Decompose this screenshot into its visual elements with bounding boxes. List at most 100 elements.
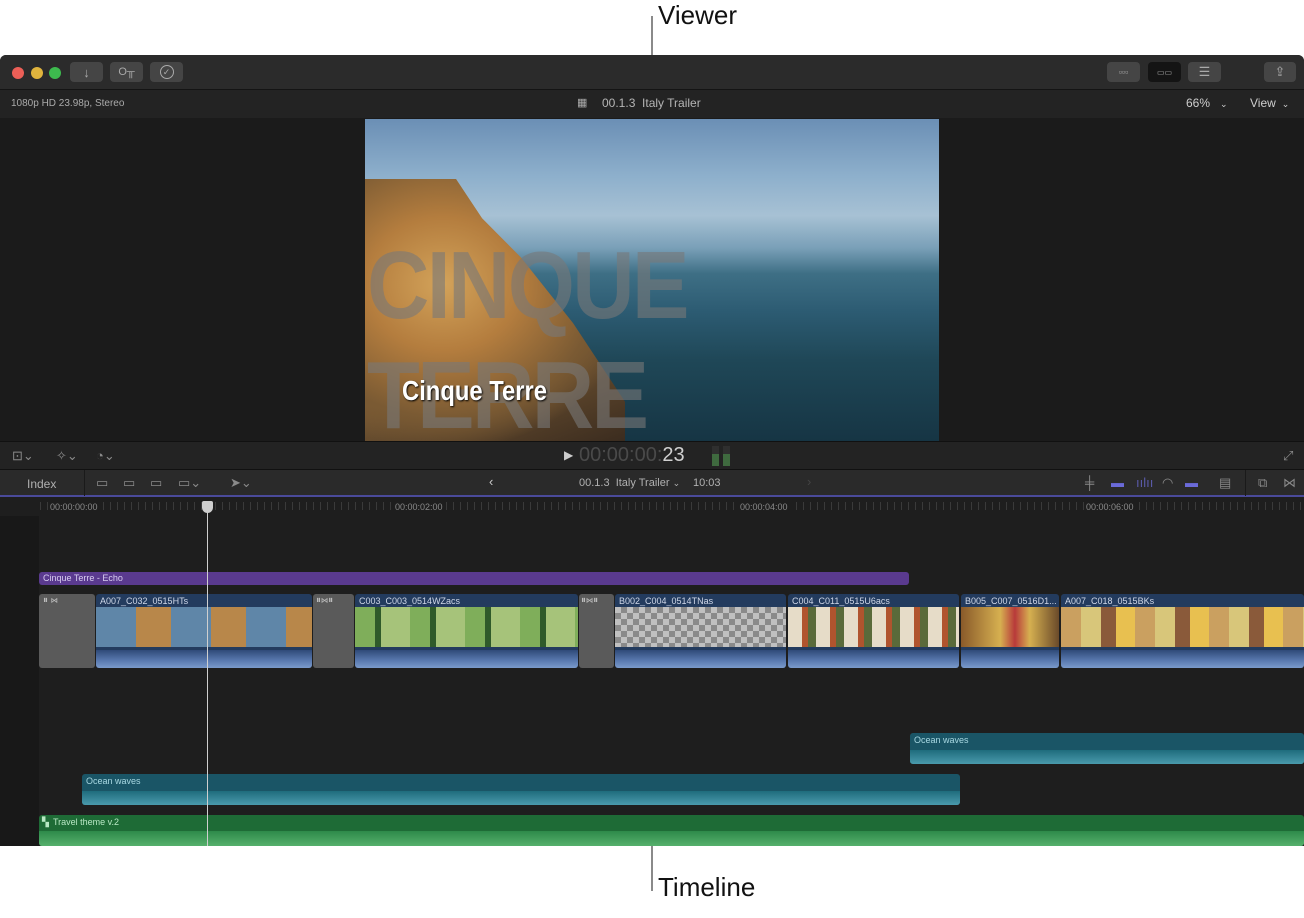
overwrite-clip-icon[interactable]: ▭⌄ [178, 476, 201, 490]
zoom-button[interactable] [49, 67, 61, 79]
title-clip[interactable]: Cinque Terre - Echo [39, 572, 909, 585]
video-frame: CINQUE TERRE Cinque Terre [365, 119, 939, 441]
audio-waveform [961, 650, 1059, 668]
effects-browser-icon[interactable]: ⧉ [1258, 476, 1267, 490]
project-menu[interactable]: 00.1.3 Italy Trailer ⌄ [579, 477, 680, 489]
clip-label: A007_C032_0515HTs [100, 596, 189, 606]
view-menu[interactable]: View ⌄ [1250, 96, 1289, 110]
audio-clip[interactable]: Ocean waves [910, 733, 1304, 764]
project-duration: 10:03 [693, 477, 721, 489]
video-clip[interactable]: A007_C018_0515BKs [1061, 594, 1304, 668]
timeline-icon: ▭▭ [1156, 67, 1173, 77]
inspector-sliders-icon: ☰ [1198, 64, 1211, 79]
connect-clip-icon[interactable]: ▭ [96, 476, 108, 490]
browser-toggle-button[interactable]: ▫▫▫ [1107, 62, 1140, 82]
audio-skimming-icon[interactable]: ıılıı [1136, 476, 1153, 490]
clip-label: A007_C018_0515BKs [1065, 596, 1155, 606]
clip-thumbnails [355, 607, 578, 647]
viewer-controls: ⊡⌄ ✧⌄ ◔⌄ ▶ 00:00:00:23 ⤢ [0, 441, 1304, 469]
keywords-button[interactable]: O╥ [110, 62, 143, 82]
transition-icon: ⏸⋈⏸ [581, 595, 599, 606]
playhead[interactable] [207, 504, 208, 846]
video-clip[interactable]: B005_C007_0516D1... [961, 594, 1059, 668]
ruler-label: 00:00:04:00 [738, 502, 790, 512]
audio-meter-left [712, 446, 719, 466]
inspector-toggle-button[interactable]: ☰ [1188, 62, 1221, 82]
history-back-icon[interactable]: ‹ [489, 475, 493, 489]
transition-icon: ⏸⋈⏸ [316, 595, 334, 606]
select-tool-icon[interactable]: ➤⌄ [230, 476, 252, 490]
background-tasks-button[interactable]: ✓ [150, 62, 183, 82]
chevron-down-icon: ⌄ [1220, 99, 1228, 109]
video-clip[interactable]: C004_C011_0515U6acs [788, 594, 959, 668]
timeline[interactable]: Cinque Terre - Echo ⏸ ⋈ ⏸⋈⏸ ⏸⋈⏸ A007_C03… [0, 516, 1304, 846]
viewer[interactable]: CINQUE TERRE Cinque Terre [0, 118, 1304, 441]
chevron-down-icon: ⌄ [672, 478, 681, 488]
audio-waveform [1061, 650, 1304, 668]
clip-thumbnails [615, 607, 786, 647]
download-arrow-icon: ↓ [83, 64, 90, 80]
insert-clip-icon[interactable]: ▭ [123, 476, 135, 490]
fullscreen-icon[interactable]: ⤢ [1283, 449, 1293, 463]
divider [84, 470, 85, 496]
video-clip[interactable]: A007_C032_0515HTs [96, 594, 312, 668]
video-clip[interactable]: C003_C003_0514WZacs [355, 594, 578, 668]
viewer-callout: Viewer [658, 0, 738, 30]
transitions-browser-icon[interactable]: ⋈ [1283, 476, 1296, 490]
audio-waveform [910, 750, 1304, 764]
timeline-toggle-button[interactable]: ▭▭ [1148, 62, 1181, 82]
append-clip-icon[interactable]: ▭ [150, 476, 162, 490]
audio-waveform [788, 650, 959, 668]
audio-clip[interactable]: Ocean waves [82, 774, 960, 805]
ruler-label: 00:00:06:00 [1084, 502, 1136, 512]
enhancements-menu-icon[interactable]: ✧⌄ [56, 449, 78, 463]
chevron-down-icon: ⌄ [1281, 99, 1290, 109]
overlay-title-large: CINQUE TERRE [367, 232, 690, 441]
video-clip[interactable]: B002_C004_0514TNas [615, 594, 786, 668]
audio-waveform [96, 650, 312, 668]
audio-waveform [615, 650, 786, 668]
history-forward-icon[interactable]: › [807, 475, 811, 489]
music-clip[interactable]: ▚ Travel theme v.2 [39, 815, 1304, 846]
timeline-ruler[interactable]: 00:00:00:00 00:00:02:00 00:00:04:00 00:0… [0, 498, 1304, 516]
audio-meter-right [723, 446, 730, 466]
transition[interactable]: ⏸⋈⏸ [579, 594, 614, 668]
clip-thumbnails [1061, 607, 1304, 647]
close-button[interactable] [12, 67, 24, 79]
titlebar: ↓ O╥ ✓ ▫▫▫ ▭▭ ☰ ⇪ [0, 55, 1304, 90]
snapping-icon[interactable]: ▬ [1185, 476, 1198, 490]
timecode-frames: 23 [662, 444, 685, 466]
clip-label: C003_C003_0514WZacs [359, 596, 461, 606]
headphones-icon[interactable]: ◠ [1162, 476, 1173, 490]
index-button[interactable]: Index [27, 477, 56, 491]
transition[interactable]: ⏸⋈⏸ [313, 594, 354, 668]
clip-label: C004_C011_0515U6acs [792, 596, 890, 606]
clip-appearance-icon[interactable]: ▤ [1219, 476, 1231, 490]
timecode-dim: 00:00:00: [579, 444, 663, 466]
audio-waveform [82, 791, 960, 805]
skimming-icon[interactable]: ╪ [1085, 476, 1094, 490]
zoom-menu[interactable]: 66% ⌄ [1186, 96, 1228, 110]
share-button[interactable]: ⇪ [1264, 62, 1296, 82]
clip-label: Cinque Terre - Echo [43, 573, 123, 583]
transition-icon: ⏸ ⋈ [43, 595, 58, 606]
transition[interactable]: ⏸ ⋈ [39, 594, 95, 668]
project-name: 00.1.3 Italy Trailer [579, 477, 670, 489]
transform-menu-icon[interactable]: ⊡⌄ [12, 449, 34, 463]
timecode-display[interactable]: 00:00:00:23 [579, 444, 685, 467]
audio-waveform [39, 831, 1304, 846]
share-icon: ⇪ [1274, 64, 1286, 79]
retime-menu-icon[interactable]: ◔⌄ [96, 449, 115, 463]
clip-skimming-icon[interactable]: ▬ [1111, 476, 1124, 490]
clip-thumbnails [961, 607, 1059, 647]
view-menu-label: View [1250, 96, 1276, 110]
clip-label: B005_C007_0516D1... [965, 596, 1057, 606]
ruler-label: 00:00:02:00 [393, 502, 445, 512]
minimize-button[interactable] [31, 67, 43, 79]
play-icon[interactable]: ▶ [564, 448, 573, 462]
key-icon: O╥ [118, 66, 135, 78]
clapper-icon: ▦ [577, 97, 588, 109]
divider [1245, 470, 1246, 496]
final-cut-window: ↓ O╥ ✓ ▫▫▫ ▭▭ ☰ ⇪ 1080p HD 23.98p, Stere… [0, 55, 1304, 846]
import-button[interactable]: ↓ [70, 62, 103, 82]
